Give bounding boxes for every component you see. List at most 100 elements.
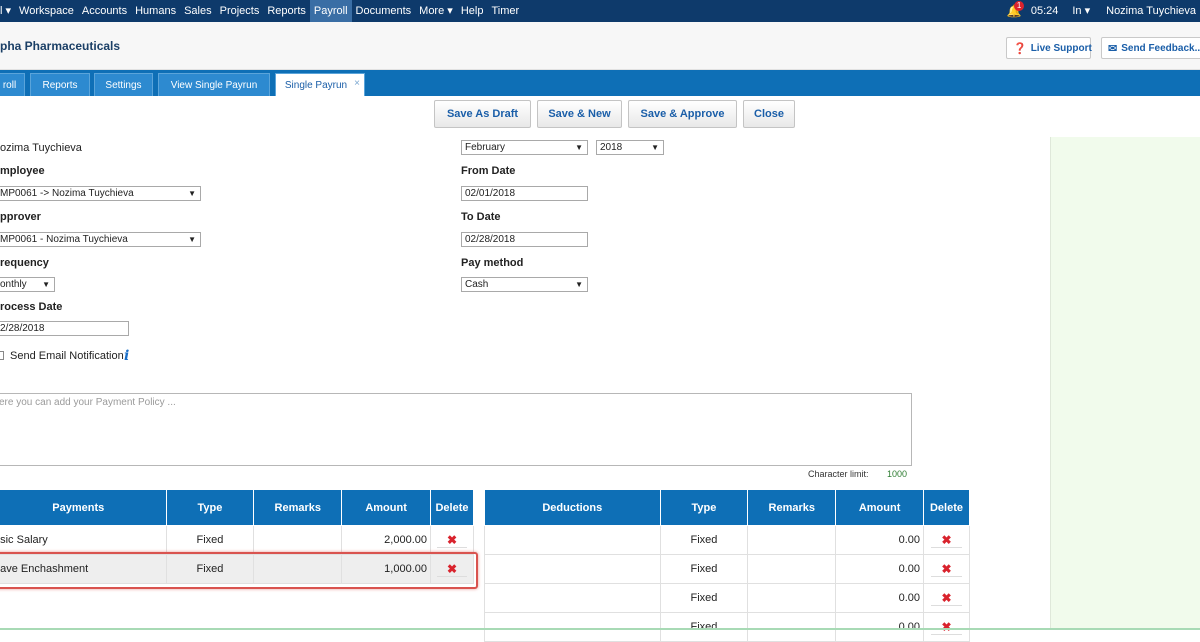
nav-more-label: More	[419, 5, 445, 17]
deduction-amount[interactable]: 0.00	[835, 612, 924, 642]
pay-method-label: Pay method	[461, 257, 524, 269]
delete-icon[interactable]: ✖	[436, 562, 468, 577]
frequency-select[interactable]: onthly ▼	[0, 277, 55, 292]
nav-item-accounts[interactable]: Accounts	[78, 0, 131, 22]
approver-label: pprover	[0, 211, 41, 223]
notification-badge: 1	[1013, 1, 1025, 11]
employee-select[interactable]: MP0061 -> Nozima Tuychieva ▼	[0, 186, 201, 201]
payment-amount[interactable]: 2,000.00	[341, 525, 431, 555]
chevron-down-icon: ▼	[575, 143, 583, 152]
nav-item-sales[interactable]: Sales	[180, 0, 216, 22]
payment-remarks[interactable]	[253, 525, 343, 555]
delete-icon[interactable]: ✖	[931, 620, 962, 635]
deduction-remarks[interactable]	[747, 525, 837, 555]
to-date-input[interactable]: 02/28/2018	[461, 232, 588, 247]
payment-delete-cell: ✖	[430, 525, 474, 555]
close-icon[interactable]: ×	[354, 72, 360, 95]
save-and-approve-button[interactable]: Save & Approve	[628, 100, 737, 128]
chevron-down-icon: ▾	[447, 5, 453, 17]
employee-select-value: MP0061 -> Nozima Tuychieva	[0, 188, 134, 199]
payment-policy-placeholder: ere you can add your Payment Policy ...	[0, 397, 176, 408]
payments-delete-header: Delete	[430, 489, 474, 526]
nav-item-home[interactable]: l ▾	[0, 0, 15, 22]
chevron-down-icon: ▼	[188, 189, 196, 198]
app-header: pha Pharmaceuticals ❓ Live Support ✉ Sen…	[0, 22, 1200, 70]
table-row: asic Salary Fixed 2,000.00 ✖	[0, 525, 474, 555]
deduction-amount[interactable]: 0.00	[835, 583, 924, 613]
process-date-input[interactable]: 2/28/2018	[0, 321, 129, 336]
deduction-name	[484, 583, 661, 613]
table-row: Fixed 0.00 ✖	[484, 554, 970, 584]
delete-icon[interactable]: ✖	[931, 533, 962, 548]
nav-item-reports[interactable]: Reports	[263, 0, 310, 22]
save-and-new-button[interactable]: Save & New	[537, 100, 622, 128]
help-circle-icon: ❓	[1013, 42, 1027, 55]
deduction-remarks[interactable]	[747, 583, 837, 613]
deduction-type: Fixed	[659, 583, 749, 613]
nav-item-humans[interactable]: Humans	[131, 0, 180, 22]
month-select[interactable]: February ▼	[461, 140, 588, 155]
chevron-down-icon: ▼	[575, 280, 583, 289]
tab-reports[interactable]: Reports	[30, 73, 90, 96]
nav-item-help[interactable]: Help	[457, 0, 488, 22]
send-feedback-label: Send Feedback...	[1121, 42, 1200, 54]
nav-item-documents[interactable]: Documents	[352, 0, 416, 22]
table-row: Fixed 0.00 ✖	[484, 612, 970, 642]
from-date-label: From Date	[461, 165, 516, 177]
payment-remarks[interactable]	[253, 554, 343, 584]
table-row: Fixed 0.00 ✖	[484, 583, 970, 613]
deduction-remarks[interactable]	[747, 554, 837, 584]
payment-policy-textarea[interactable]: ere you can add your Payment Policy ...	[0, 393, 912, 466]
deduction-type: Fixed	[659, 612, 749, 642]
payment-type: Fixed	[165, 554, 255, 584]
pay-method-select[interactable]: Cash ▼	[461, 277, 588, 292]
year-select[interactable]: 2018 ▼	[596, 140, 664, 155]
close-button[interactable]: Close	[743, 100, 795, 128]
tab-settings[interactable]: Settings	[94, 73, 153, 96]
from-date-input[interactable]: 02/01/2018	[461, 186, 588, 201]
nav-item-workspace[interactable]: Workspace	[15, 0, 78, 22]
delete-icon[interactable]: ✖	[436, 533, 468, 548]
payment-name: asic Salary	[0, 525, 167, 555]
tab-single-payrun[interactable]: Single Payrun ×	[275, 73, 365, 96]
notification-bell[interactable]: 🔔 1	[1007, 0, 1025, 22]
payment-amount[interactable]: 1,000.00	[341, 554, 431, 584]
deduction-type: Fixed	[659, 554, 749, 584]
deduction-remarks[interactable]	[747, 612, 837, 642]
nav-item-projects[interactable]: Projects	[216, 0, 264, 22]
nav-item-more[interactable]: More ▾	[415, 0, 457, 22]
deduction-amount[interactable]: 0.00	[835, 525, 924, 555]
live-support-label: Live Support	[1030, 42, 1092, 54]
deduction-amount[interactable]: 0.00	[835, 554, 924, 584]
chevron-down-icon: ▼	[42, 280, 50, 289]
payments-table: Payments Type Remarks Amount Delete asic…	[0, 489, 474, 584]
payments-header: Payments	[0, 489, 167, 526]
deduction-delete-cell: ✖	[923, 583, 970, 613]
approver-select[interactable]: MP0061 - Nozima Tuychieva ▼	[0, 232, 201, 247]
status-dropdown[interactable]: In ▾	[1068, 0, 1094, 22]
deduction-name	[484, 525, 661, 555]
nav-item-payroll[interactable]: Payroll	[309, 0, 352, 22]
user-menu[interactable]: Nozima Tuychieva	[1102, 0, 1200, 22]
live-support-button[interactable]: ❓ Live Support	[1006, 37, 1092, 59]
delete-icon[interactable]: ✖	[931, 591, 962, 606]
send-email-checkbox[interactable]	[0, 351, 4, 360]
tab-payroll[interactable]: roll	[0, 73, 25, 96]
company-name: pha Pharmaceuticals	[0, 39, 121, 53]
process-date-label: rocess Date	[0, 301, 63, 313]
tab-bar: roll Reports Settings View Single Payrun…	[0, 70, 1200, 96]
tab-single-payrun-label: Single Payrun	[284, 80, 348, 91]
info-icon[interactable]: i	[124, 348, 129, 364]
deduction-delete-cell: ✖	[923, 525, 970, 555]
save-as-draft-button[interactable]: Save As Draft	[434, 100, 531, 128]
frequency-select-value: onthly	[0, 279, 27, 290]
tab-view-single-payrun[interactable]: View Single Payrun	[158, 73, 270, 96]
clock-time: 05:24	[1030, 5, 1059, 17]
deductions-header: Deductions	[484, 489, 661, 526]
character-limit-label: Character limit:	[808, 469, 869, 479]
deduction-type: Fixed	[659, 525, 749, 555]
deduction-delete-cell: ✖	[923, 554, 970, 584]
send-feedback-button[interactable]: ✉ Send Feedback...	[1101, 37, 1200, 59]
nav-item-timer[interactable]: Timer	[487, 0, 523, 22]
delete-icon[interactable]: ✖	[931, 562, 962, 577]
